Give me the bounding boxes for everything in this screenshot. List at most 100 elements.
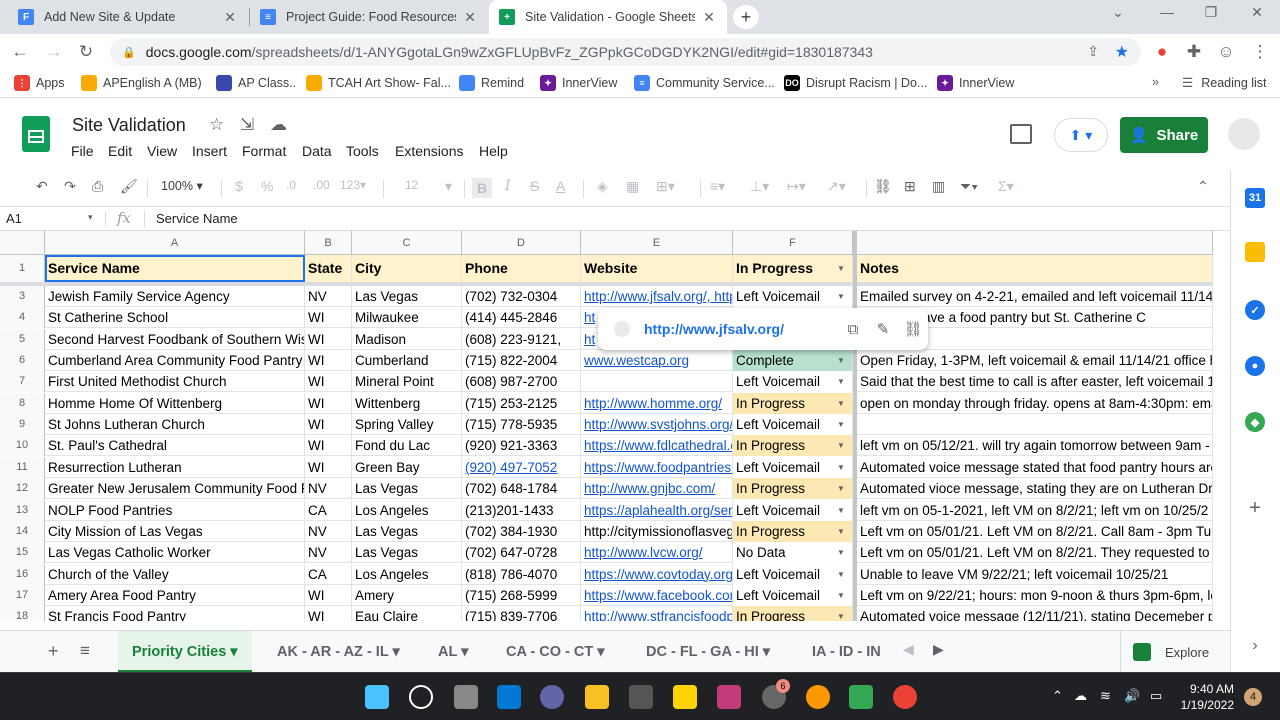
row-number[interactable]: 13: [0, 499, 45, 521]
fill-color-icon[interactable]: ◈: [597, 178, 608, 195]
col-notes[interactable]: left vm on 05-1-2021, left VM on 8/2/21;…: [857, 499, 1213, 521]
col-notes[interactable]: Unable to leave VM 9/22/21; left voicema…: [857, 563, 1213, 585]
row-number[interactable]: 14: [0, 520, 45, 542]
chrome-icon[interactable]: [893, 685, 917, 709]
col-city[interactable]: Las Vegas: [352, 520, 462, 542]
dropdown-arrow-icon[interactable]: ▼: [837, 350, 845, 371]
col-website[interactable]: https://www.covtoday.org: [581, 563, 733, 585]
col-website[interactable]: https://www.fdlcathedral.c: [581, 435, 733, 457]
link-preview-url[interactable]: http://www.jfsalv.org/: [644, 321, 838, 337]
add-on-plus-icon[interactable]: +: [1245, 497, 1265, 519]
col-notes[interactable]: Said that the best time to call is after…: [857, 371, 1213, 393]
column-header-f[interactable]: F: [733, 231, 853, 255]
col-state[interactable]: NV: [305, 520, 352, 542]
col-state[interactable]: WI: [305, 350, 352, 372]
column-header-g[interactable]: [857, 231, 1213, 255]
new-tab-button[interactable]: +: [733, 5, 759, 29]
bold-icon[interactable]: B: [472, 178, 492, 198]
dropdown-arrow-icon[interactable]: ▼: [837, 393, 845, 414]
col-service-name[interactable]: St Francis Food Pantry: [45, 606, 305, 621]
col-phone[interactable]: (818) 786-4070: [462, 563, 581, 585]
dropdown-arrow-icon[interactable]: ▼: [837, 585, 845, 606]
menu-help[interactable]: Help: [479, 143, 508, 159]
col-notes[interactable]: Left vm on 05/01/21. Left VM on 8/2/21. …: [857, 542, 1213, 564]
currency-format[interactable]: $: [235, 178, 243, 194]
share-page-icon[interactable]: ⇪: [1087, 43, 1099, 60]
decrease-decimal[interactable]: .0: [286, 178, 296, 192]
row-number[interactable]: 10: [0, 435, 45, 457]
col-service-name[interactable]: Resurrection Lutheran: [45, 456, 305, 478]
col-notes[interactable]: Emailed survey on 4-2-21, emailed and le…: [857, 286, 1213, 307]
row-number[interactable]: 16: [0, 563, 45, 585]
col-status[interactable]: In Progress: [733, 606, 853, 621]
dropdown-arrow-icon[interactable]: ▼: [837, 255, 845, 282]
functions-icon[interactable]: Σ▾: [998, 178, 1014, 195]
column-header-a[interactable]: A: [45, 231, 305, 255]
battery-icon[interactable]: ▭: [1150, 688, 1162, 704]
col-notes[interactable]: Automated vioce message, stating they ar…: [857, 478, 1213, 500]
close-icon[interactable]: ✕: [701, 9, 717, 26]
row-number[interactable]: 7: [0, 371, 45, 393]
col-phone[interactable]: (715) 778-5935: [462, 414, 581, 436]
italic-icon[interactable]: I: [505, 178, 511, 194]
reload-icon[interactable]: ↻: [74, 40, 98, 64]
col-city[interactable]: Cumberland: [352, 350, 462, 372]
col-website[interactable]: http://www.stfrancisfoodp: [581, 606, 733, 621]
col-city[interactable]: Los Angeles: [352, 563, 462, 585]
calendar-icon[interactable]: 31: [1245, 188, 1265, 208]
col-phone[interactable]: (715) 839-7706: [462, 606, 581, 621]
bookmark-community-service[interactable]: ≡ Community Service...: [634, 75, 775, 91]
more-bookmarks-icon[interactable]: »: [1152, 75, 1159, 89]
row-number[interactable]: 6: [0, 350, 45, 372]
filter-icon[interactable]: ⏷▾: [960, 178, 978, 195]
bookmark-innerview[interactable]: ✦ InnerView: [540, 75, 617, 91]
col-city[interactable]: Eau Claire: [352, 606, 462, 621]
text-rotation-icon[interactable]: ↗▾: [827, 178, 846, 195]
col-phone[interactable]: (920) 497-7052: [462, 456, 581, 478]
header-cell-status[interactable]: In Progress: [733, 255, 853, 282]
col-website[interactable]: www.westcap.org: [581, 350, 733, 372]
menu-data[interactable]: Data: [302, 143, 332, 159]
number-format-select[interactable]: 123▾: [340, 178, 366, 192]
column-header-b[interactable]: B: [305, 231, 352, 255]
start-icon[interactable]: [365, 685, 389, 709]
row-number[interactable]: 9: [0, 414, 45, 436]
strikethrough-icon[interactable]: S: [530, 178, 539, 194]
col-state[interactable]: WI: [305, 584, 352, 606]
col-website[interactable]: http://www.svstjohns.org/: [581, 414, 733, 436]
bookmark-ap-class[interactable]: AP Class..: [216, 75, 296, 91]
header-cell-service-name[interactable]: Service Name: [45, 255, 305, 282]
col-status[interactable]: In Progress: [733, 520, 853, 542]
row-number[interactable]: 18: [0, 606, 45, 621]
menu-tools[interactable]: Tools: [346, 143, 379, 159]
col-city[interactable]: Spring Valley: [352, 414, 462, 436]
expand-panel-icon[interactable]: ›: [1245, 636, 1265, 656]
col-state[interactable]: NV: [305, 542, 352, 564]
scroll-tabs-left-icon[interactable]: ◀: [903, 641, 914, 658]
col-state[interactable]: WI: [305, 414, 352, 436]
col-state[interactable]: CA: [305, 499, 352, 521]
cloud-icon[interactable]: ☁: [1074, 688, 1087, 704]
col-website[interactable]: http://citymissionoflasveg: [581, 520, 733, 542]
col-state[interactable]: WI: [305, 307, 352, 329]
dropdown-arrow-icon[interactable]: ▼: [837, 414, 845, 435]
text-color-icon[interactable]: A: [556, 178, 565, 194]
collapse-menus-icon[interactable]: ⌃: [1197, 178, 1209, 195]
bookmark-apenglish[interactable]: APEnglish A (MB): [81, 75, 202, 91]
sheet-tab-priority-cities[interactable]: Priority Cities ▾: [118, 631, 252, 673]
doc-title[interactable]: Site Validation: [72, 115, 186, 136]
browser-tab-3[interactable]: + Site Validation - Google Sheets ✕: [489, 0, 727, 34]
dropdown-arrow-icon[interactable]: ▼: [837, 564, 845, 585]
borders-icon[interactable]: ▦: [626, 178, 639, 195]
header-cell-website[interactable]: Website: [581, 255, 733, 282]
col-city[interactable]: Los Angeles: [352, 499, 462, 521]
row-number[interactable]: 12: [0, 478, 45, 500]
add-sheet-icon[interactable]: +: [48, 641, 59, 662]
cloud-status-icon[interactable]: ☁: [270, 115, 287, 135]
back-icon[interactable]: ←: [8, 40, 32, 64]
row-number[interactable]: 11: [0, 456, 45, 478]
present-button[interactable]: ⬆ ▾: [1054, 118, 1108, 152]
col-phone[interactable]: (702) 384-1930: [462, 520, 581, 542]
dropdown-arrow-icon[interactable]: ▼: [837, 371, 845, 392]
browser-menu-icon[interactable]: ⋮: [1248, 40, 1272, 64]
